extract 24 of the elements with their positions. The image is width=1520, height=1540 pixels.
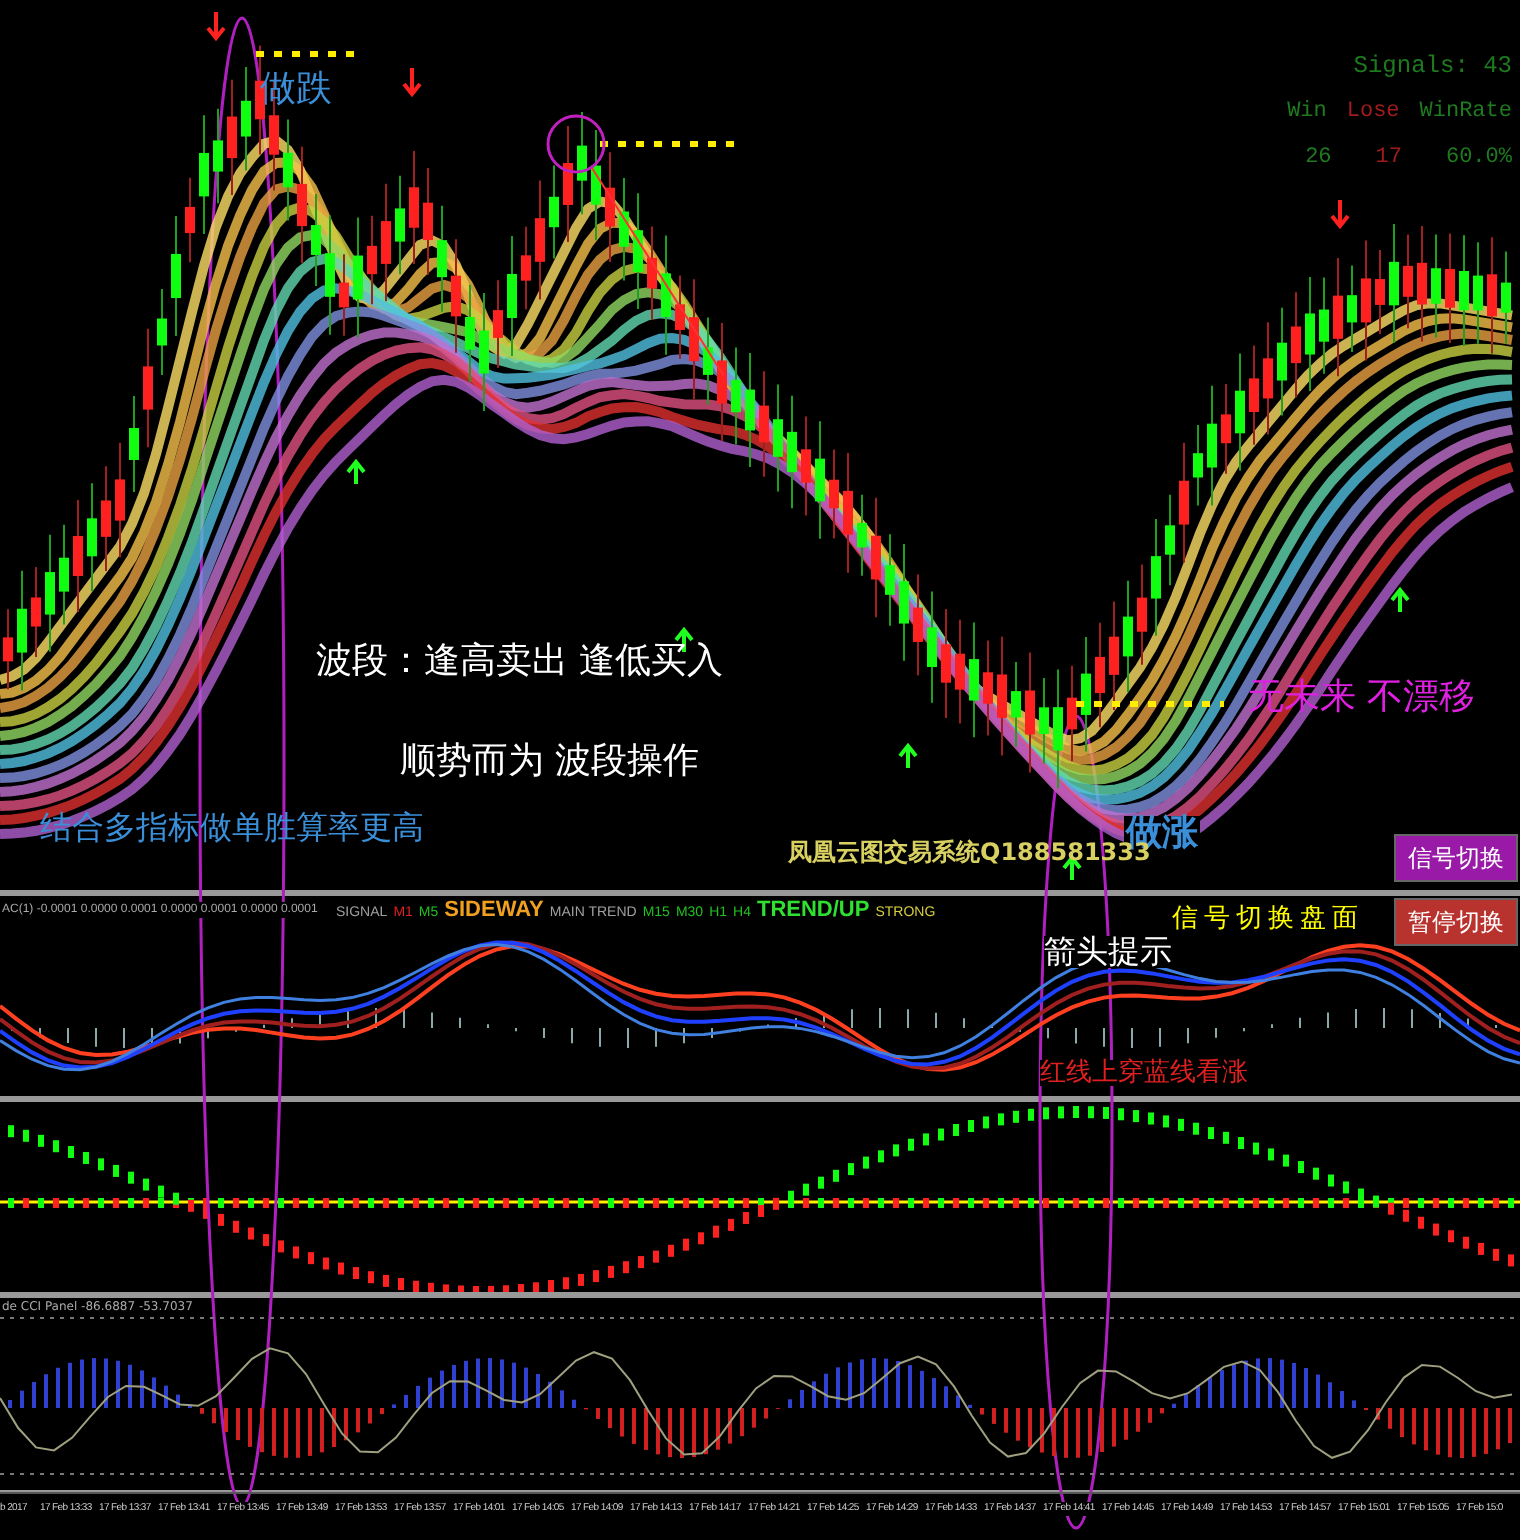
level-line	[256, 51, 360, 57]
trend-label: TREND/UP	[756, 900, 870, 922]
pause-switch-button[interactable]: 暂停切换	[1394, 898, 1518, 946]
stats-header: WinRate	[1419, 98, 1512, 128]
chart-annotation: 顺势而为 波段操作	[400, 744, 700, 780]
chart-annotation: 红线上穿蓝线看涨	[1040, 1060, 1248, 1086]
down-arrow-icon	[402, 66, 422, 98]
trend-label: SIDEWAY	[444, 900, 544, 922]
up-arrow-icon	[1390, 586, 1410, 614]
chart-annotation: 箭头提示	[1044, 936, 1172, 968]
chart-annotation: 波段：逢高卖出 逢低买入	[316, 644, 724, 680]
highlight-circle	[546, 114, 606, 174]
stats-header: Win	[1287, 98, 1327, 128]
up-arrow-icon	[898, 742, 918, 770]
stats-header: Lose	[1346, 98, 1400, 128]
panel-title: 信号切换盘面	[1172, 902, 1364, 938]
stats-value: 60.0%	[1445, 143, 1512, 173]
signal-switch-button[interactable]: 信号切换	[1394, 834, 1518, 882]
stats-value: 26	[1305, 143, 1332, 173]
signals-count: Signals: 43	[1353, 50, 1512, 84]
down-arrow-icon	[206, 10, 226, 42]
down-arrow-icon	[1330, 198, 1350, 230]
stats-value: 17	[1375, 143, 1402, 173]
up-arrow-icon	[346, 458, 366, 486]
